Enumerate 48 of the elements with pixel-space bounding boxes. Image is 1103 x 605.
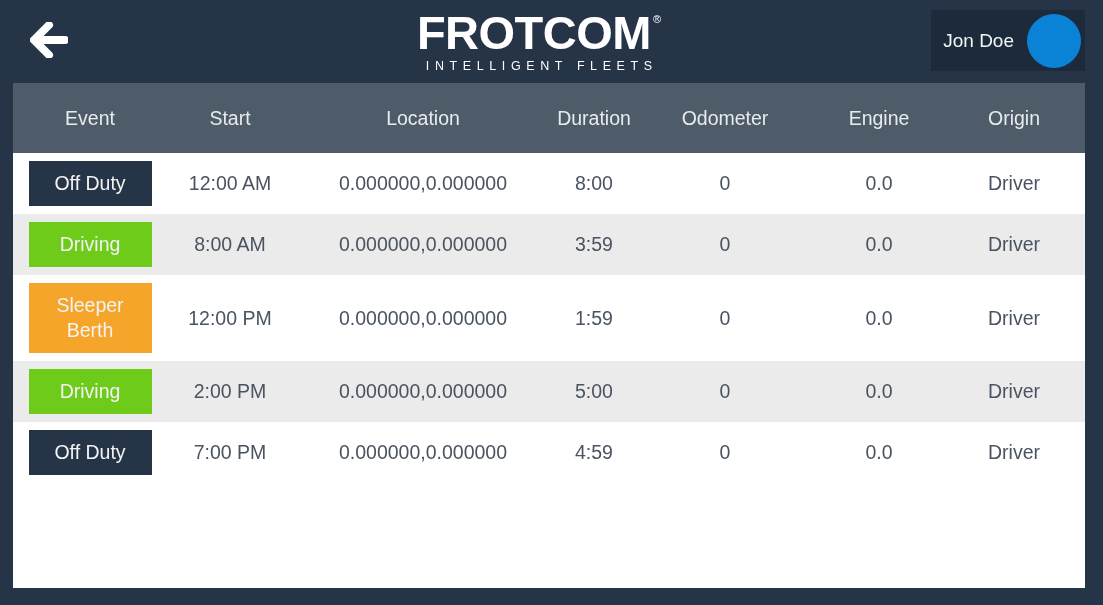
table-cell: 0.0 bbox=[865, 172, 893, 195]
status-tag: Off Duty bbox=[28, 161, 152, 206]
table-cell: 8:00 AM bbox=[194, 233, 266, 256]
table-cell: Driver bbox=[988, 233, 1040, 256]
column-header: Event bbox=[65, 106, 115, 130]
column-header: Origin bbox=[988, 106, 1040, 130]
table-cell: 0.000000,0.000000 bbox=[338, 380, 508, 403]
table-cell: 5:00 bbox=[575, 380, 613, 403]
table-cell: 1:59 bbox=[575, 306, 613, 330]
table-cell: 0 bbox=[719, 233, 731, 256]
column-header: Start bbox=[209, 106, 251, 130]
table-cell: 0.0 bbox=[865, 441, 893, 464]
table-cell: Driver bbox=[988, 441, 1040, 464]
table-cell: 0.000000,0.000000 bbox=[338, 172, 508, 195]
column-header: Odometer bbox=[681, 106, 769, 130]
arrow-left-icon bbox=[30, 22, 68, 58]
table-cell: Driver bbox=[988, 172, 1040, 195]
table-cell: Driver bbox=[988, 306, 1040, 330]
table-cell: 0 bbox=[719, 441, 731, 464]
table-cell: 0 bbox=[719, 380, 731, 403]
table-cell: 0.000000,0.000000 bbox=[338, 306, 508, 330]
table-cell: 7:00 PM bbox=[193, 441, 267, 464]
status-tag: Off Duty bbox=[28, 430, 152, 475]
status-tag: Driving bbox=[28, 222, 152, 267]
table-cell: 0.0 bbox=[865, 306, 893, 330]
table-cell: 0.000000,0.000000 bbox=[338, 233, 508, 256]
user-menu[interactable]: Jon Doe bbox=[931, 10, 1085, 71]
table-cell: 0.0 bbox=[865, 380, 893, 403]
logo-wordmark: FROTCOM bbox=[416, 10, 651, 55]
table-cell: 0.000000,0.000000 bbox=[338, 441, 508, 464]
table-cell: 2:00 PM bbox=[193, 380, 267, 403]
table-cell: 3:59 bbox=[575, 233, 613, 256]
table-cell: 4:59 bbox=[575, 441, 613, 464]
status-tag: Driving bbox=[28, 369, 152, 414]
table-cell: 8:00 bbox=[575, 172, 613, 195]
table-cell: 12:00 PM bbox=[188, 306, 272, 330]
status-tag: Sleeper Berth bbox=[28, 283, 152, 353]
logo-tagline: INTELLIGENT FLEETS bbox=[425, 57, 658, 74]
column-header: Duration bbox=[557, 106, 631, 130]
table-cell: 0 bbox=[719, 172, 731, 195]
table-cell: 12:00 AM bbox=[188, 172, 272, 195]
avatar-icon bbox=[1027, 13, 1081, 68]
table-cell: 0 bbox=[719, 306, 731, 330]
table-cell: Driver bbox=[988, 380, 1040, 403]
column-header: Location bbox=[386, 106, 460, 130]
column-header: Engine bbox=[848, 106, 910, 130]
registered-mark: ® bbox=[653, 12, 662, 25]
table-cell: 0.0 bbox=[865, 233, 893, 256]
